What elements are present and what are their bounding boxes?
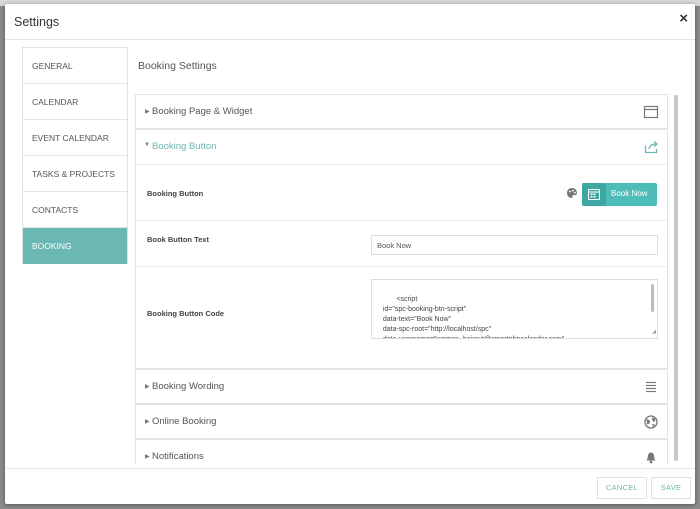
modal-title: Settings bbox=[14, 15, 60, 29]
cancel-button[interactable]: CANCEL bbox=[597, 477, 647, 499]
panel-online-booking: ▶ Online Booking bbox=[135, 404, 668, 439]
panel-notifications: ▶ Notifications bbox=[135, 439, 668, 464]
book-button-text-row: Book Button Text bbox=[136, 220, 667, 266]
caret-down-icon: ▼ bbox=[144, 142, 150, 148]
sidebar-item-general[interactable]: GENERAL bbox=[23, 48, 127, 84]
row-label: Booking Button bbox=[147, 189, 204, 198]
section-title: Booking Settings bbox=[138, 60, 217, 72]
scrollbar-thumb[interactable] bbox=[674, 95, 678, 461]
caret-right-icon: ▶ bbox=[145, 109, 150, 115]
palette-icon[interactable] bbox=[566, 187, 578, 199]
caret-right-icon: ▶ bbox=[145, 454, 150, 460]
resize-grip-icon[interactable]: ◢ bbox=[652, 327, 656, 337]
calendar-box bbox=[582, 183, 606, 206]
panel-label: Booking Button bbox=[152, 141, 217, 152]
modal-header: Settings × bbox=[5, 4, 695, 40]
booking-button-code-textarea[interactable]: <script id="spc-booking-btn-script" data… bbox=[371, 279, 658, 339]
booking-panels: ▶ Booking Page & Widget ▼ Booking Button bbox=[135, 94, 668, 464]
panel-label: Booking Page & Widget bbox=[152, 106, 253, 117]
code-text: <script id="spc-booking-btn-script" data… bbox=[382, 296, 565, 338]
textarea-scrollbar[interactable] bbox=[651, 284, 654, 312]
book-now-button-preview[interactable]: Book Now bbox=[582, 183, 657, 206]
booking-button-code-row: Booking Button Code <script id="spc-book… bbox=[136, 266, 667, 370]
book-now-label: Book Now bbox=[611, 189, 648, 198]
panel-header[interactable]: ▶ Booking Wording bbox=[136, 370, 667, 404]
panel-label: Online Booking bbox=[152, 416, 217, 427]
bell-icon bbox=[646, 452, 656, 464]
caret-right-icon: ▶ bbox=[145, 384, 150, 390]
close-icon[interactable]: × bbox=[679, 10, 688, 27]
panel-label: Notifications bbox=[152, 451, 204, 462]
row-label: Booking Button Code bbox=[147, 309, 225, 318]
panel-header[interactable]: ▶ Notifications bbox=[136, 440, 667, 464]
panel-header[interactable]: ▶ Booking Page & Widget bbox=[136, 95, 667, 129]
caret-right-icon: ▶ bbox=[145, 419, 150, 425]
panel-label: Booking Wording bbox=[152, 381, 225, 392]
row-label: Book Button Text bbox=[147, 235, 209, 244]
panel-booking-wording: ▶ Booking Wording bbox=[135, 369, 668, 404]
sidebar-item-event-calendar[interactable]: EVENT CALENDAR bbox=[23, 120, 127, 156]
panel-header[interactable]: ▼ Booking Button bbox=[136, 130, 667, 164]
panel-booking-page-widget: ▶ Booking Page & Widget bbox=[135, 94, 668, 129]
list-icon bbox=[646, 381, 656, 393]
sidebar-item-contacts[interactable]: CONTACTS bbox=[23, 192, 127, 228]
sidebar-item-booking[interactable]: BOOKING bbox=[23, 228, 127, 264]
calendar-icon bbox=[588, 189, 600, 200]
share-icon bbox=[644, 141, 659, 154]
settings-modal: Settings × GENERAL CALENDAR EVENT CALEND… bbox=[5, 4, 695, 504]
booking-button-row: Booking Button Book Now bbox=[136, 164, 667, 220]
book-button-text-input[interactable] bbox=[371, 235, 658, 255]
sidebar-item-calendar[interactable]: CALENDAR bbox=[23, 84, 127, 120]
sidebar-item-tasks-projects[interactable]: TASKS & PROJECTS bbox=[23, 156, 127, 192]
settings-sidebar: GENERAL CALENDAR EVENT CALENDAR TASKS & … bbox=[22, 47, 128, 264]
panel-booking-button: ▼ Booking Button Booking Button Book Now… bbox=[135, 129, 668, 369]
save-button[interactable]: SAVE bbox=[651, 477, 691, 499]
content-scrollbar[interactable] bbox=[674, 95, 678, 461]
globe-icon bbox=[644, 415, 658, 429]
window-icon bbox=[643, 105, 659, 119]
panel-header[interactable]: ▶ Online Booking bbox=[136, 405, 667, 439]
modal-footer: CANCEL SAVE bbox=[5, 468, 695, 504]
